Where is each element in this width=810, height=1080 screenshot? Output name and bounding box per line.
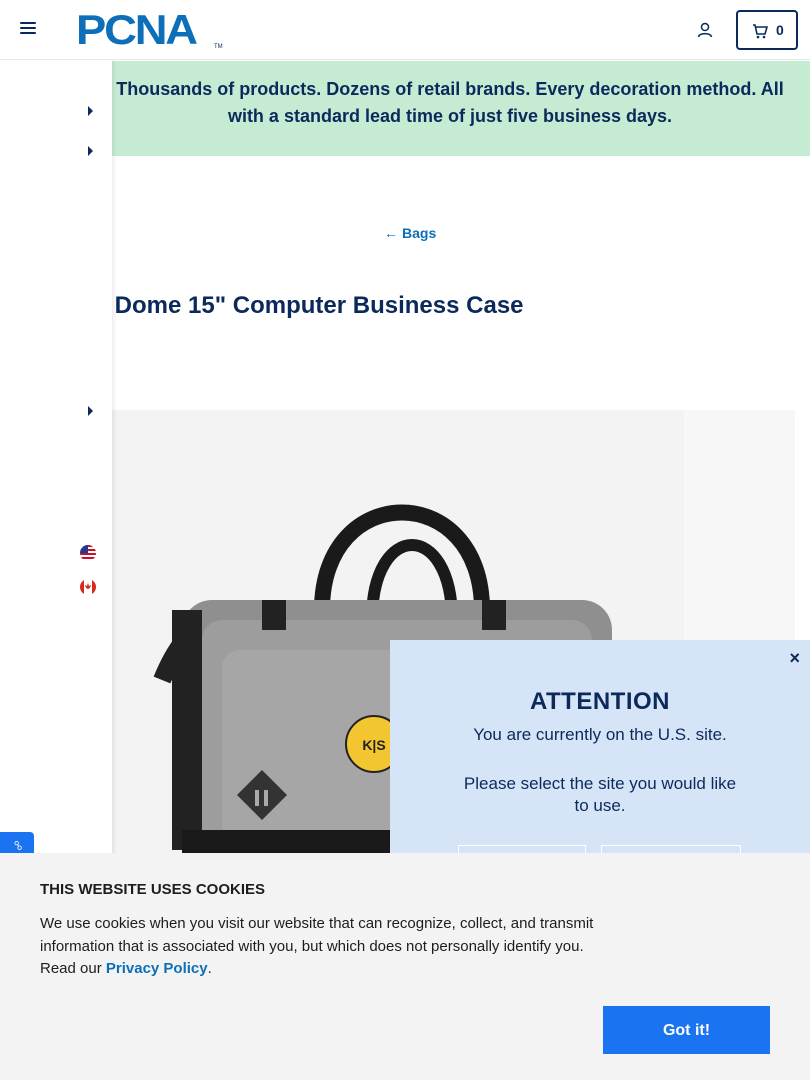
svg-text:K|S: K|S bbox=[362, 737, 385, 753]
hamburger-icon[interactable] bbox=[20, 22, 36, 36]
cookie-text: We use cookies when you visit our websit… bbox=[40, 913, 610, 981]
cookie-period: . bbox=[207, 960, 212, 977]
product-title: - Dome 15" Computer Business Case bbox=[100, 292, 524, 320]
cart-count: 0 bbox=[776, 22, 784, 38]
back-link-label: Bags bbox=[402, 225, 437, 241]
privacy-policy-link[interactable]: Privacy Policy bbox=[106, 960, 208, 977]
cart-icon bbox=[753, 24, 768, 39]
promo-banner-text: Thousands of products. Dozens of retail … bbox=[116, 79, 784, 126]
feedback-tab-icon: ☍ bbox=[11, 840, 23, 851]
close-icon[interactable]: × bbox=[789, 648, 800, 669]
modal-title: ATTENTION bbox=[529, 688, 671, 715]
promo-banner: Thousands of products. Dozens of retail … bbox=[0, 61, 810, 156]
menu-expand-icon[interactable] bbox=[88, 146, 93, 156]
cookie-title: THIS WEBSITE USES COOKIES bbox=[40, 881, 266, 898]
back-arrow-icon: ← bbox=[384, 225, 398, 241]
got-it-button[interactable]: Got it! bbox=[603, 1006, 770, 1054]
side-menu bbox=[0, 60, 112, 880]
logo-trademark: TM bbox=[214, 44, 223, 50]
site-header: PCNA TM 0 bbox=[0, 0, 810, 60]
pcna-logo[interactable]: PCNA TM bbox=[76, 9, 223, 51]
us-flag-icon[interactable] bbox=[80, 545, 96, 561]
back-to-bags-link[interactable]: ← Bags bbox=[384, 225, 436, 241]
site-selector-modal: × ATTENTION You are currently on the U.S… bbox=[390, 640, 810, 885]
modal-current-site-text: You are currently on the U.S. site. bbox=[473, 725, 727, 744]
cart-button[interactable]: 0 bbox=[736, 10, 798, 50]
product-title-text: Dome 15" Computer Business Case bbox=[114, 292, 524, 319]
modal-select-site-text: Please select the site you would like to… bbox=[463, 774, 737, 815]
menu-expand-icon[interactable] bbox=[88, 106, 93, 116]
canada-flag-icon[interactable] bbox=[80, 579, 96, 595]
logo-text: PCNA bbox=[76, 6, 198, 53]
user-icon[interactable] bbox=[697, 22, 713, 38]
menu-expand-icon[interactable] bbox=[88, 406, 93, 416]
cookie-banner: THIS WEBSITE USES COOKIES We use cookies… bbox=[0, 853, 810, 1080]
